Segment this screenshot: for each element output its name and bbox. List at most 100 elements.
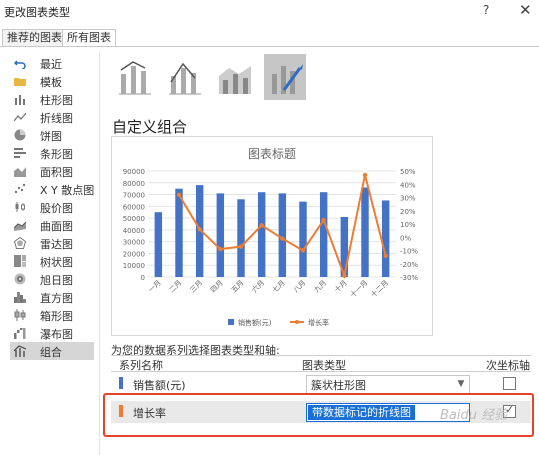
x-tick-label: 五月 — [230, 279, 246, 295]
waterfall-chart-icon — [14, 328, 26, 339]
pie-chart-icon — [14, 129, 26, 141]
sidebar-item-label: 组合 — [40, 346, 62, 359]
legend-marker — [295, 320, 299, 324]
y-tick-label: 20000 — [123, 250, 145, 258]
combo-type-clustered-column-line[interactable] — [114, 54, 156, 100]
window-title: 更改图表类型 — [4, 6, 70, 19]
line-point — [280, 236, 285, 241]
sidebar-item-radar[interactable]: 雷达图 — [10, 234, 94, 252]
sidebar-item-line[interactable]: 折线图 — [10, 108, 94, 126]
treemap-chart-icon — [14, 255, 26, 267]
combo-chart: 0 10000 20000 30000 40000 50000 60000 70000 8000… — [123, 168, 419, 327]
bar — [257, 192, 266, 277]
bar — [175, 188, 183, 277]
column-chart-icon — [15, 95, 25, 105]
sidebar-item-surface[interactable]: 曲面图 — [10, 216, 94, 234]
y-tick-label: 70000 — [123, 192, 145, 200]
sidebar-item-column[interactable]: 柱形图 — [10, 90, 94, 108]
line-chart-icon — [14, 112, 26, 122]
bar-chart-icon — [14, 148, 26, 158]
combo-type-stacked-area-column[interactable] — [214, 54, 256, 100]
bar — [381, 200, 390, 277]
sidebar-item-area[interactable]: 面积图 — [10, 162, 94, 180]
x-tick-label: 十二月 — [369, 278, 390, 299]
histogram-chart-icon — [14, 292, 26, 303]
sidebar-item-label: 雷达图 — [40, 238, 73, 251]
divider — [111, 355, 531, 356]
y2-tick-label: 0% — [400, 234, 411, 242]
combo-type-column-line-secondary[interactable] — [164, 54, 206, 100]
sidebar-item-waterfall[interactable]: 瀑布图 — [10, 324, 94, 342]
sidebar-item-label: 饼图 — [40, 130, 62, 143]
line-point — [218, 246, 223, 252]
sidebar-item-label: 面积图 — [40, 166, 73, 179]
sidebar-item-stock[interactable]: 股价图 — [10, 198, 94, 216]
scatter-chart-icon — [14, 183, 26, 194]
bar — [216, 193, 225, 277]
y2-tick-label: 10% — [400, 221, 416, 229]
x-tick-label: 十一月 — [348, 278, 369, 299]
divider — [111, 371, 531, 372]
line-point — [259, 223, 264, 228]
line-point — [321, 217, 326, 223]
sidebar-item-combo[interactable]: 组合 — [10, 342, 94, 360]
line-point — [383, 253, 388, 258]
legend-label: 增长率 — [308, 318, 329, 327]
y2-tick-label: 40% — [400, 181, 416, 189]
sidebar-item-label: 股价图 — [40, 202, 73, 215]
close-button[interactable]: ✕ — [519, 1, 532, 19]
combo-type-custom[interactable] — [264, 54, 306, 100]
stock-chart-icon — [15, 202, 25, 212]
sidebar-item-label: 旭日图 — [40, 274, 73, 287]
x-tick-label: 十月 — [332, 278, 348, 294]
chart-type-select[interactable]: 簇状柱形图 ▼ — [306, 375, 470, 394]
sidebar-item-sunburst[interactable]: 旭日图 — [10, 270, 94, 288]
title-bar: 更改图表类型 ? ✕ — [0, 0, 539, 22]
y-tick-label: 10000 — [123, 262, 145, 270]
folder-icon — [14, 78, 26, 86]
x-tick-label: 九月 — [312, 278, 328, 294]
line-point — [362, 172, 368, 178]
sidebar-item-pie[interactable]: 饼图 — [10, 126, 94, 144]
line-point — [238, 244, 244, 249]
secondary-axis-checkbox[interactable] — [503, 377, 516, 390]
y2-tick-label: -10% — [400, 248, 418, 256]
sidebar-item-label: 折线图 — [40, 112, 73, 125]
sidebar-item-templates[interactable]: 模板 — [10, 72, 94, 90]
y2-tick-label: 30% — [400, 195, 416, 203]
sidebar-item-recent[interactable]: 最近 — [10, 54, 94, 72]
legend-label: 销售额(元) — [238, 318, 272, 327]
sidebar-item-bar[interactable]: 条形图 — [10, 144, 94, 162]
sunburst-chart-icon — [14, 273, 26, 285]
sidebar-item-label: 最近 — [40, 58, 62, 71]
x-tick-label: 六月 — [250, 278, 266, 294]
x-tick-label: 二月 — [168, 279, 184, 295]
combo-column-line-secondary-icon — [169, 62, 201, 95]
line-point — [342, 273, 347, 278]
combo-area-column-icon — [219, 66, 251, 94]
y-tick-label: 50000 — [123, 215, 145, 223]
sidebar-item-histogram[interactable]: 直方图 — [10, 288, 94, 306]
y-tick-label: 30000 — [123, 239, 145, 247]
bar — [278, 193, 287, 277]
tab-recommended-charts[interactable]: 推荐的图表 — [2, 29, 67, 47]
y2-tick-label: 20% — [400, 208, 416, 216]
undo-icon — [14, 60, 26, 69]
section-title: 自定义组合 — [112, 118, 188, 136]
x-tick-label: 三月 — [189, 279, 205, 295]
sidebar-item-scatter[interactable]: X Y 散点图 — [10, 180, 94, 198]
tab-all-charts[interactable]: 所有图表 — [62, 29, 116, 47]
sidebar-item-treemap[interactable]: 树状图 — [10, 252, 94, 270]
sidebar-item-label: 柱形图 — [40, 94, 73, 107]
combo-chart-icon — [14, 345, 26, 357]
sidebar-item-label: 曲面图 — [40, 220, 73, 233]
x-tick-label: 一月 — [147, 279, 163, 295]
help-button[interactable]: ? — [483, 3, 489, 17]
sidebar-item-box-whisker[interactable]: 箱形图 — [10, 306, 94, 324]
series-name: 销售额(元) — [133, 379, 186, 392]
sidebar-item-label: 树状图 — [40, 256, 73, 269]
bar — [154, 212, 163, 277]
box-whisker-chart-icon — [14, 309, 26, 321]
line-point — [176, 192, 182, 198]
bar — [319, 192, 328, 277]
